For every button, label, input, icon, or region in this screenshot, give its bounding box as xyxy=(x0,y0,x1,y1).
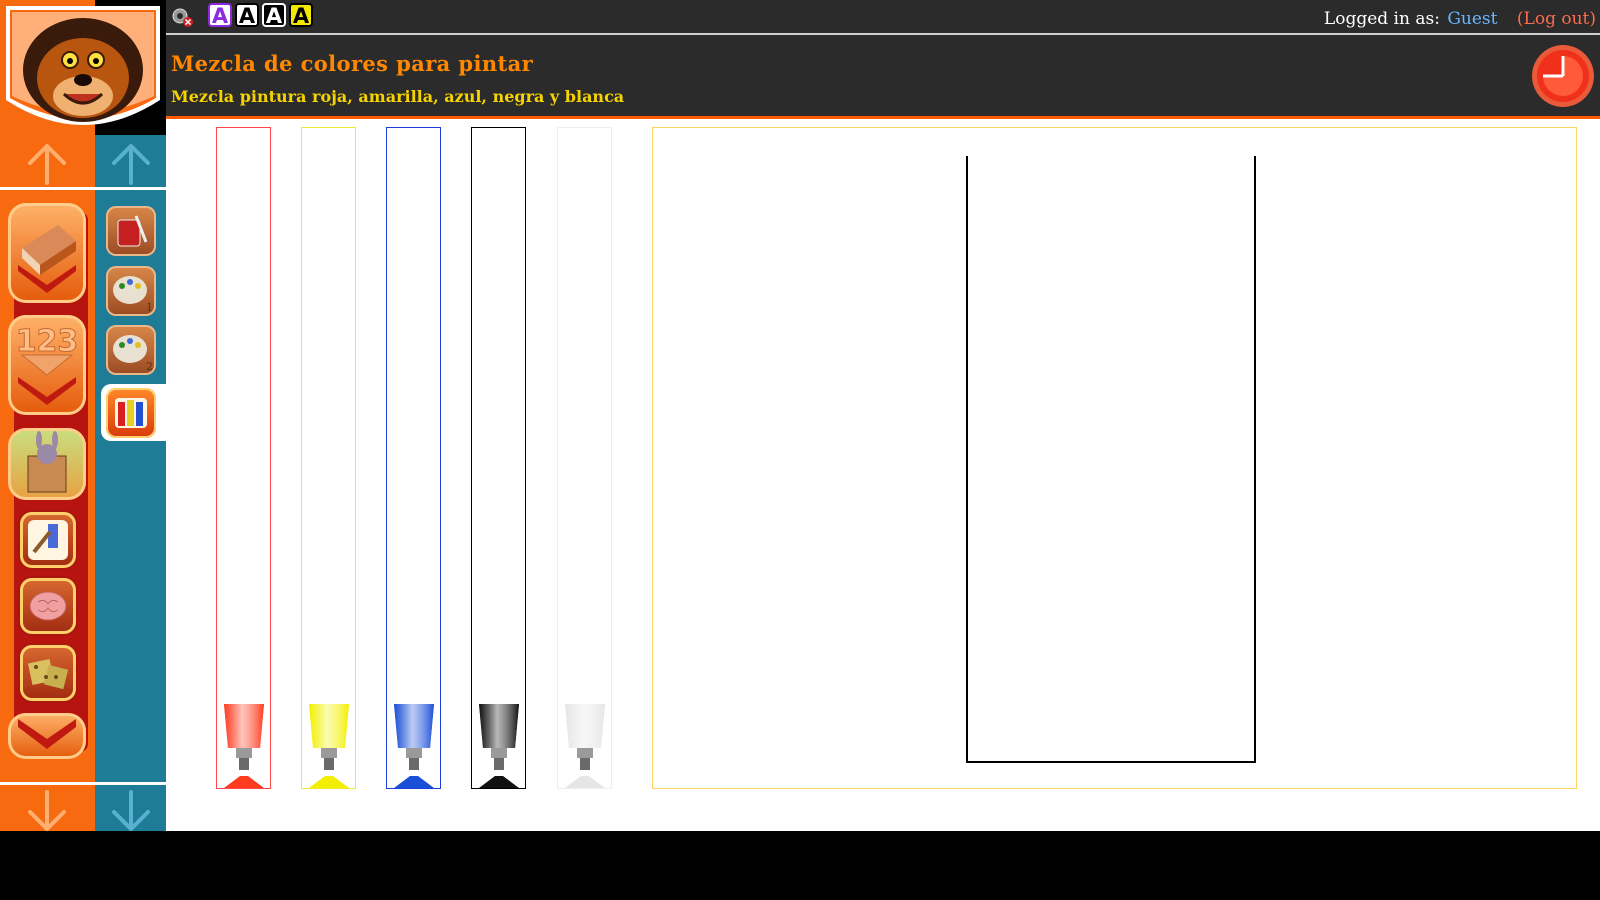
page-header: Mezcla de colores para pintar Mezcla pin… xyxy=(166,35,1600,119)
logout-link[interactable]: (Log out) xyxy=(1517,9,1596,29)
svg-text:2: 2 xyxy=(146,360,153,373)
cartoon-dog-logo[interactable] xyxy=(0,0,166,140)
books-icon xyxy=(18,225,76,293)
divider xyxy=(0,187,95,190)
svg-text:123: 123 xyxy=(16,324,79,359)
paint-tube-yellow-icon[interactable] xyxy=(305,702,353,788)
brain-icon xyxy=(29,591,67,621)
paint-column-red[interactable] xyxy=(216,127,271,789)
scroll-up-arrow-icon[interactable] xyxy=(26,143,68,185)
login-prefix: Logged in as: xyxy=(1323,9,1440,29)
scroll-down-arrow-icon[interactable] xyxy=(26,790,68,832)
font-style-purple-button[interactable]: A xyxy=(208,3,232,27)
category-brain-button[interactable] xyxy=(20,578,76,634)
subitem-paint-bucket-button[interactable] xyxy=(106,206,156,256)
mixing-area xyxy=(652,127,1577,789)
paint-tube-brush-icon xyxy=(28,520,68,560)
font-style-inverse-button[interactable]: A xyxy=(262,3,286,27)
paint-tube-white-icon[interactable] xyxy=(561,702,609,788)
category-numbers-button[interactable]: 123 xyxy=(8,315,86,415)
subitem-palette-1-button[interactable]: 1 xyxy=(106,266,156,316)
divider xyxy=(95,187,166,190)
sub-scroll-up-arrow-icon[interactable] xyxy=(110,143,152,185)
font-style-black-button[interactable]: A xyxy=(235,3,259,27)
divider xyxy=(0,782,95,785)
palette-2-icon: 2 xyxy=(113,335,153,373)
category-paint-button[interactable] xyxy=(20,512,76,568)
paint-column-yellow[interactable] xyxy=(301,127,356,789)
mixing-jar[interactable] xyxy=(966,156,1256,763)
font-style-yellow-button[interactable]: A xyxy=(289,3,313,27)
subitem-paint-tubes-button[interactable] xyxy=(106,388,156,438)
sub-scroll-down-arrow-icon[interactable] xyxy=(110,790,152,832)
divider xyxy=(95,782,166,785)
subitem-palette-2-button[interactable]: 2 xyxy=(106,325,156,375)
paint-tube-red-icon[interactable] xyxy=(220,702,268,788)
palette-1-icon: 1 xyxy=(113,276,153,314)
paint-bucket-brush-icon xyxy=(117,215,148,247)
username-link[interactable]: Guest xyxy=(1447,9,1497,29)
numbers-123-icon: 123 xyxy=(15,324,79,405)
paint-column-blue[interactable] xyxy=(386,127,441,789)
paint-column-white[interactable] xyxy=(557,127,612,789)
subitem-active-tab xyxy=(101,384,166,441)
page-subtitle: Mezcla pintura roja, amarilla, azul, neg… xyxy=(171,87,625,106)
page-title: Mezcla de colores para pintar xyxy=(171,51,534,76)
category-dice-button[interactable] xyxy=(20,645,76,701)
rabbit-box-icon xyxy=(27,431,67,493)
paint-tube-blue-icon[interactable] xyxy=(390,702,438,788)
power-icon[interactable] xyxy=(1530,43,1596,109)
dice-icon xyxy=(27,658,69,690)
activity-area xyxy=(166,119,1600,831)
category-rabbit-box-button[interactable] xyxy=(8,428,86,500)
paint-column-black[interactable] xyxy=(471,127,526,789)
top-toolbar: A A A A Logged in as: Guest (Log out) xyxy=(166,0,1600,35)
paint-tubes-icon xyxy=(115,398,147,428)
category-books-button[interactable] xyxy=(8,203,86,303)
login-status: Logged in as: Guest (Log out) xyxy=(1324,9,1596,29)
category-more-button[interactable] xyxy=(8,713,86,759)
svg-text:1: 1 xyxy=(146,301,153,314)
paint-tube-black-icon[interactable] xyxy=(475,702,523,788)
chevron-down-icon xyxy=(18,719,76,749)
speaker-muted-icon[interactable] xyxy=(170,6,194,28)
